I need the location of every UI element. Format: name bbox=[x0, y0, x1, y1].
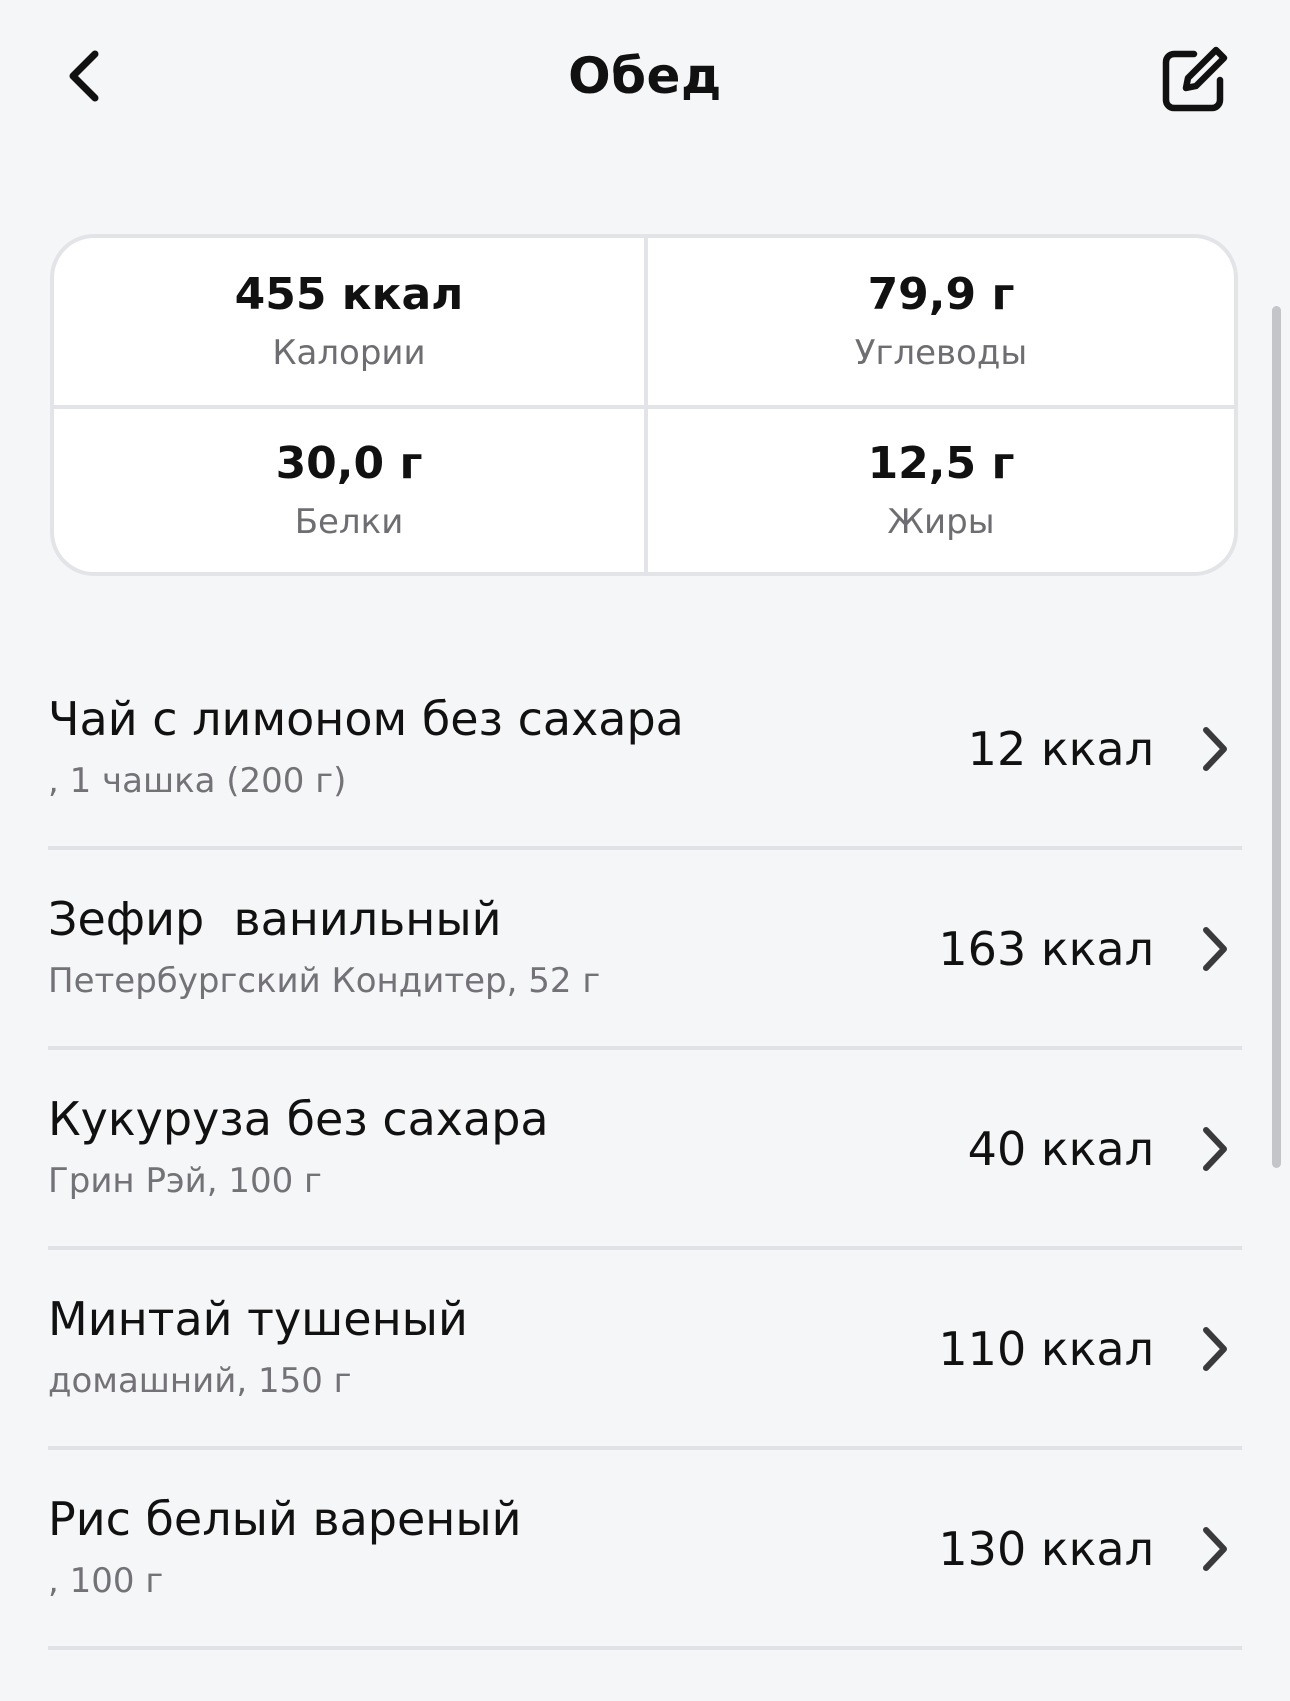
food-calories: 110 ккал bbox=[938, 1322, 1154, 1376]
nutrition-summary-card: 455 ккал Калории 79,9 г Углеводы 30,0 г … bbox=[50, 234, 1238, 576]
edit-button[interactable] bbox=[1154, 38, 1234, 118]
header: Обед bbox=[0, 0, 1290, 150]
food-detail: Грин Рэй, 100 г bbox=[48, 1161, 322, 1201]
food-calories: 130 ккал bbox=[938, 1522, 1154, 1576]
food-calories: 40 ккал bbox=[967, 1122, 1154, 1176]
fat-cell: 12,5 г Жиры bbox=[644, 405, 1234, 572]
carbs-cell: 79,9 г Углеводы bbox=[644, 238, 1234, 405]
food-item[interactable]: Чай с лимоном без сахара , 1 чашка (200 … bbox=[48, 650, 1242, 850]
food-calories: 163 ккал bbox=[938, 922, 1154, 976]
food-name: Зефир ванильный bbox=[48, 892, 502, 946]
food-name: Минтай тушеный bbox=[48, 1292, 468, 1346]
fat-label: Жиры bbox=[887, 501, 995, 542]
food-detail: , 100 г bbox=[48, 1561, 164, 1601]
chevron-right-icon bbox=[1194, 922, 1234, 976]
food-detail: Петербургский Кондитер, 52 г bbox=[48, 961, 601, 1001]
chevron-right-icon bbox=[1194, 1322, 1234, 1376]
fat-value: 12,5 г bbox=[867, 437, 1015, 489]
food-name: Рис белый вареный bbox=[48, 1492, 522, 1546]
food-item[interactable]: Минтай тушеный домашний, 150 г 110 ккал bbox=[48, 1250, 1242, 1450]
food-item[interactable]: Кукуруза без сахара Грин Рэй, 100 г 40 к… bbox=[48, 1050, 1242, 1250]
calories-label: Калории bbox=[272, 332, 426, 373]
calories-value: 455 ккал bbox=[234, 268, 464, 320]
food-detail: домашний, 150 г bbox=[48, 1361, 352, 1401]
food-item[interactable]: Зефир ванильный Петербургский Кондитер, … bbox=[48, 850, 1242, 1050]
scrollbar[interactable] bbox=[1272, 306, 1281, 1168]
chevron-right-icon bbox=[1194, 1522, 1234, 1576]
food-detail: , 1 чашка (200 г) bbox=[48, 761, 347, 801]
chevron-right-icon bbox=[1194, 1122, 1234, 1176]
calories-cell: 455 ккал Калории bbox=[54, 238, 644, 405]
chevron-right-icon bbox=[1194, 722, 1234, 776]
page-title: Обед bbox=[568, 47, 722, 105]
food-item[interactable]: Рис белый вареный , 100 г 130 ккал bbox=[48, 1450, 1242, 1650]
food-name: Чай с лимоном без сахара bbox=[48, 692, 684, 746]
protein-cell: 30,0 г Белки bbox=[54, 405, 644, 572]
carbs-label: Углеводы bbox=[854, 332, 1028, 373]
food-calories: 12 ккал bbox=[967, 722, 1154, 776]
protein-value: 30,0 г bbox=[275, 437, 423, 489]
food-name: Кукуруза без сахара bbox=[48, 1092, 549, 1146]
carbs-value: 79,9 г bbox=[867, 268, 1015, 320]
protein-label: Белки bbox=[294, 501, 404, 542]
edit-icon bbox=[1162, 46, 1228, 112]
food-list: Чай с лимоном без сахара , 1 чашка (200 … bbox=[48, 650, 1242, 1650]
